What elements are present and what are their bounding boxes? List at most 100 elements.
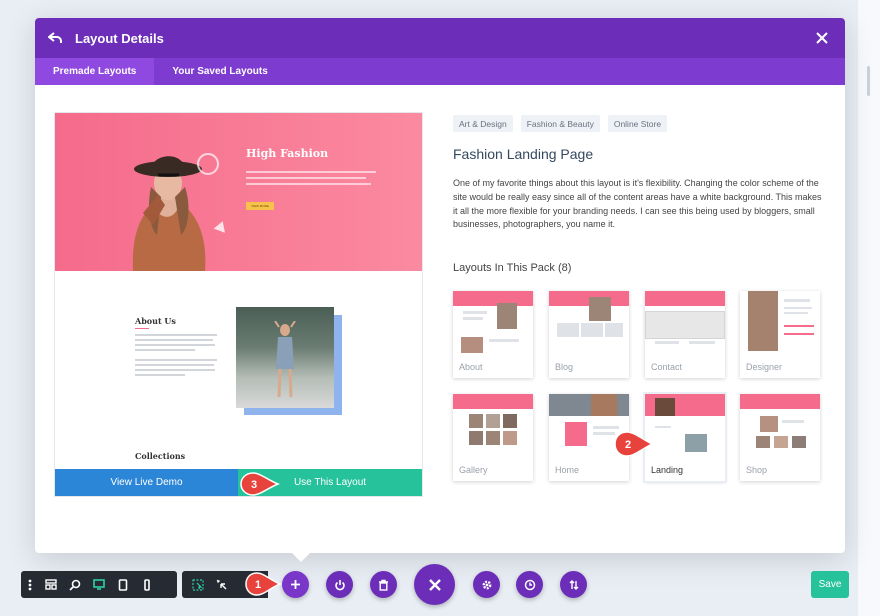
thumb-image xyxy=(503,414,517,428)
layout-preview[interactable]: High Fashion VIEW MORE About Us Collecti… xyxy=(55,113,422,496)
power-icon xyxy=(334,579,345,590)
thumb-image xyxy=(503,431,517,445)
callout-badge-1: 1 xyxy=(245,572,282,596)
thumb-image xyxy=(685,434,707,452)
more-dots-icon[interactable] xyxy=(21,571,39,598)
tablet-view-icon[interactable] xyxy=(111,571,135,598)
thumb-label: Designer xyxy=(746,362,783,372)
category-tags: Art & Design Fashion & Beauty Online Sto… xyxy=(453,115,668,132)
history-button[interactable] xyxy=(516,571,543,598)
scrollbar-thumb[interactable] xyxy=(867,66,870,96)
modal-pointer xyxy=(292,553,310,562)
thumb-text xyxy=(463,317,483,320)
hero-text-line xyxy=(246,177,366,179)
plus-icon xyxy=(291,580,300,589)
layout-description: One of my favorite things about this lay… xyxy=(453,178,822,230)
thumb-text xyxy=(784,307,812,309)
zoom-icon[interactable] xyxy=(63,571,87,598)
thumb-text xyxy=(593,426,619,429)
about-text-line xyxy=(135,364,214,366)
click-mode-icon[interactable] xyxy=(210,571,234,598)
layout-thumb-shop[interactable]: Shop xyxy=(740,394,820,481)
thumb-header xyxy=(549,394,629,416)
thumb-text xyxy=(489,339,519,342)
tab-saved-layouts[interactable]: Your Saved Layouts xyxy=(154,58,285,85)
thumb-header xyxy=(645,291,725,306)
page-settings-button[interactable] xyxy=(473,571,500,598)
layout-thumb-designer[interactable]: Designer xyxy=(740,291,820,378)
thumb-image xyxy=(774,436,788,448)
add-module-button[interactable] xyxy=(282,571,309,598)
hero-decoration-circle xyxy=(197,153,219,175)
close-x-icon xyxy=(428,578,441,591)
thumb-header xyxy=(453,394,533,409)
layout-details-modal: Layout Details Premade Layouts Your Save… xyxy=(35,18,845,553)
preview-hero: High Fashion VIEW MORE xyxy=(55,113,422,271)
tab-premade-layouts[interactable]: Premade Layouts xyxy=(35,58,155,85)
thumb-label: Home xyxy=(555,465,580,475)
tag-online-store[interactable]: Online Store xyxy=(607,115,668,132)
hero-text-line xyxy=(246,183,371,185)
thumb-image xyxy=(760,416,778,432)
desktop-view-icon[interactable] xyxy=(87,571,111,598)
thumb-image xyxy=(461,337,483,353)
thumb-image xyxy=(497,303,517,329)
save-button[interactable]: Save xyxy=(811,571,849,598)
thumb-label: Blog xyxy=(555,362,574,372)
gear-icon xyxy=(482,580,491,589)
left-settings-bar xyxy=(21,571,177,598)
thumb-image xyxy=(792,436,806,448)
thumb-image xyxy=(557,323,579,337)
thumb-image xyxy=(469,431,483,445)
exit-builder-button[interactable] xyxy=(414,564,455,605)
tag-art-design[interactable]: Art & Design xyxy=(453,115,513,132)
power-button[interactable] xyxy=(326,571,353,598)
about-text-line xyxy=(135,344,215,346)
layout-thumb-about[interactable]: About xyxy=(453,291,533,378)
layout-pack-heading: Layouts In This Pack (8) xyxy=(453,262,572,274)
thumb-label: Landing xyxy=(651,465,684,475)
thumb-text xyxy=(784,312,808,314)
thumb-image xyxy=(469,414,483,428)
thumb-label: Shop xyxy=(746,465,768,475)
layout-thumb-blog[interactable]: Blog xyxy=(549,291,629,378)
hero-text-line xyxy=(246,171,376,173)
thumb-text xyxy=(782,420,804,423)
thumb-text xyxy=(655,341,679,344)
close-icon[interactable] xyxy=(813,29,831,47)
tag-fashion-beauty[interactable]: Fashion & Beauty xyxy=(520,115,600,132)
about-text-line xyxy=(135,339,213,341)
thumb-header xyxy=(740,394,820,409)
thumb-label: Gallery xyxy=(459,465,488,475)
background-page-scroll-strip xyxy=(858,0,880,616)
portability-button[interactable] xyxy=(560,571,587,598)
thumb-image xyxy=(589,297,611,321)
collections-heading: Collections xyxy=(135,451,186,461)
thumb-image xyxy=(748,291,778,351)
thumb-image xyxy=(756,436,770,448)
delete-button[interactable] xyxy=(370,571,397,598)
layers-icon[interactable] xyxy=(39,571,63,598)
layout-thumb-landing[interactable]: Landing xyxy=(645,394,725,481)
about-text-line xyxy=(135,369,215,371)
about-text-line xyxy=(135,359,217,361)
back-arrow-icon[interactable] xyxy=(46,29,64,47)
thumb-label: Contact xyxy=(651,362,683,372)
callout-badge-2: 2 xyxy=(614,431,654,457)
thumb-image xyxy=(605,323,623,337)
modal-title: Layout Details xyxy=(75,30,164,46)
thumb-text xyxy=(689,341,715,344)
layout-thumb-gallery[interactable]: Gallery xyxy=(453,394,533,481)
thumb-text xyxy=(784,299,810,302)
thumb-map xyxy=(645,311,725,339)
modal-tabs: Premade Layouts Your Saved Layouts xyxy=(35,58,845,85)
about-heading: About Us xyxy=(135,316,176,326)
clock-icon xyxy=(524,579,535,590)
thumb-image xyxy=(486,414,500,428)
trash-icon xyxy=(379,579,388,591)
phone-view-icon[interactable] xyxy=(135,571,159,598)
about-underline xyxy=(135,328,149,329)
view-live-demo-button[interactable]: View Live Demo xyxy=(55,469,238,496)
selection-mode-icon[interactable] xyxy=(186,571,210,598)
layout-thumb-contact[interactable]: Contact xyxy=(645,291,725,378)
